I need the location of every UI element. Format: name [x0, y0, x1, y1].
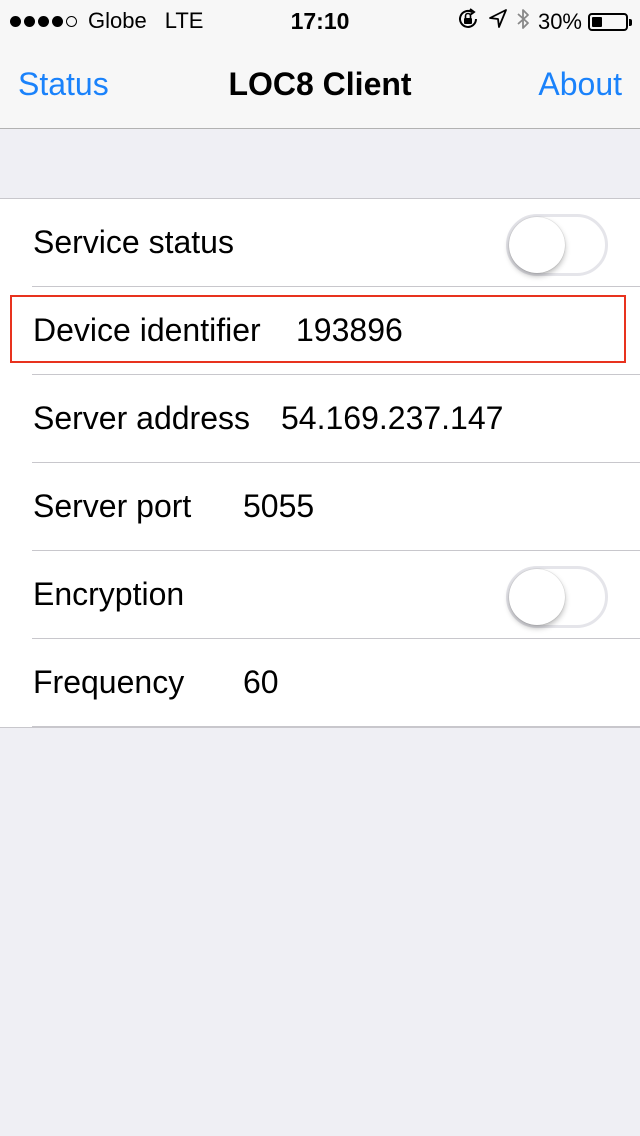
settings-table: Service status Device identifier 193896 … — [0, 198, 640, 728]
encryption-label: Encryption — [33, 576, 185, 612]
server-address-row[interactable]: Server address 54.169.237.147 — [0, 375, 640, 463]
battery-percent: 30% — [537, 9, 582, 34]
server-port-row[interactable]: Server port 5055 — [0, 463, 640, 551]
frequency-row[interactable]: Frequency 60 — [0, 639, 640, 727]
bluetooth-icon — [516, 7, 530, 37]
server-address-value[interactable]: 54.169.237.147 — [281, 400, 503, 437]
battery-icon — [588, 13, 632, 31]
orientation-lock-icon — [456, 7, 480, 37]
encryption-toggle[interactable] — [506, 566, 608, 628]
frequency-value[interactable]: 60 — [243, 664, 279, 701]
navigation-bar: Status LOC8 Client About — [0, 40, 640, 129]
location-arrow-icon — [488, 8, 508, 36]
device-identifier-value[interactable]: 193896 — [296, 312, 403, 349]
server-port-label: Server port — [33, 488, 192, 524]
server-port-value[interactable]: 5055 — [243, 488, 314, 525]
encryption-row: Encryption — [0, 551, 640, 639]
device-identifier-row[interactable]: Device identifier 193896 — [0, 287, 640, 375]
status-bar-right: 30% — [448, 7, 632, 37]
server-address-label: Server address — [33, 400, 250, 436]
device-identifier-label: Device identifier — [33, 312, 261, 348]
service-status-toggle[interactable] — [506, 214, 608, 276]
service-status-row: Service status — [0, 199, 640, 287]
service-status-label: Service status — [33, 224, 234, 260]
frequency-label: Frequency — [33, 664, 185, 700]
about-nav-button[interactable]: About — [538, 66, 622, 103]
status-bar: Globe LTE 17:10 30% — [0, 0, 640, 40]
